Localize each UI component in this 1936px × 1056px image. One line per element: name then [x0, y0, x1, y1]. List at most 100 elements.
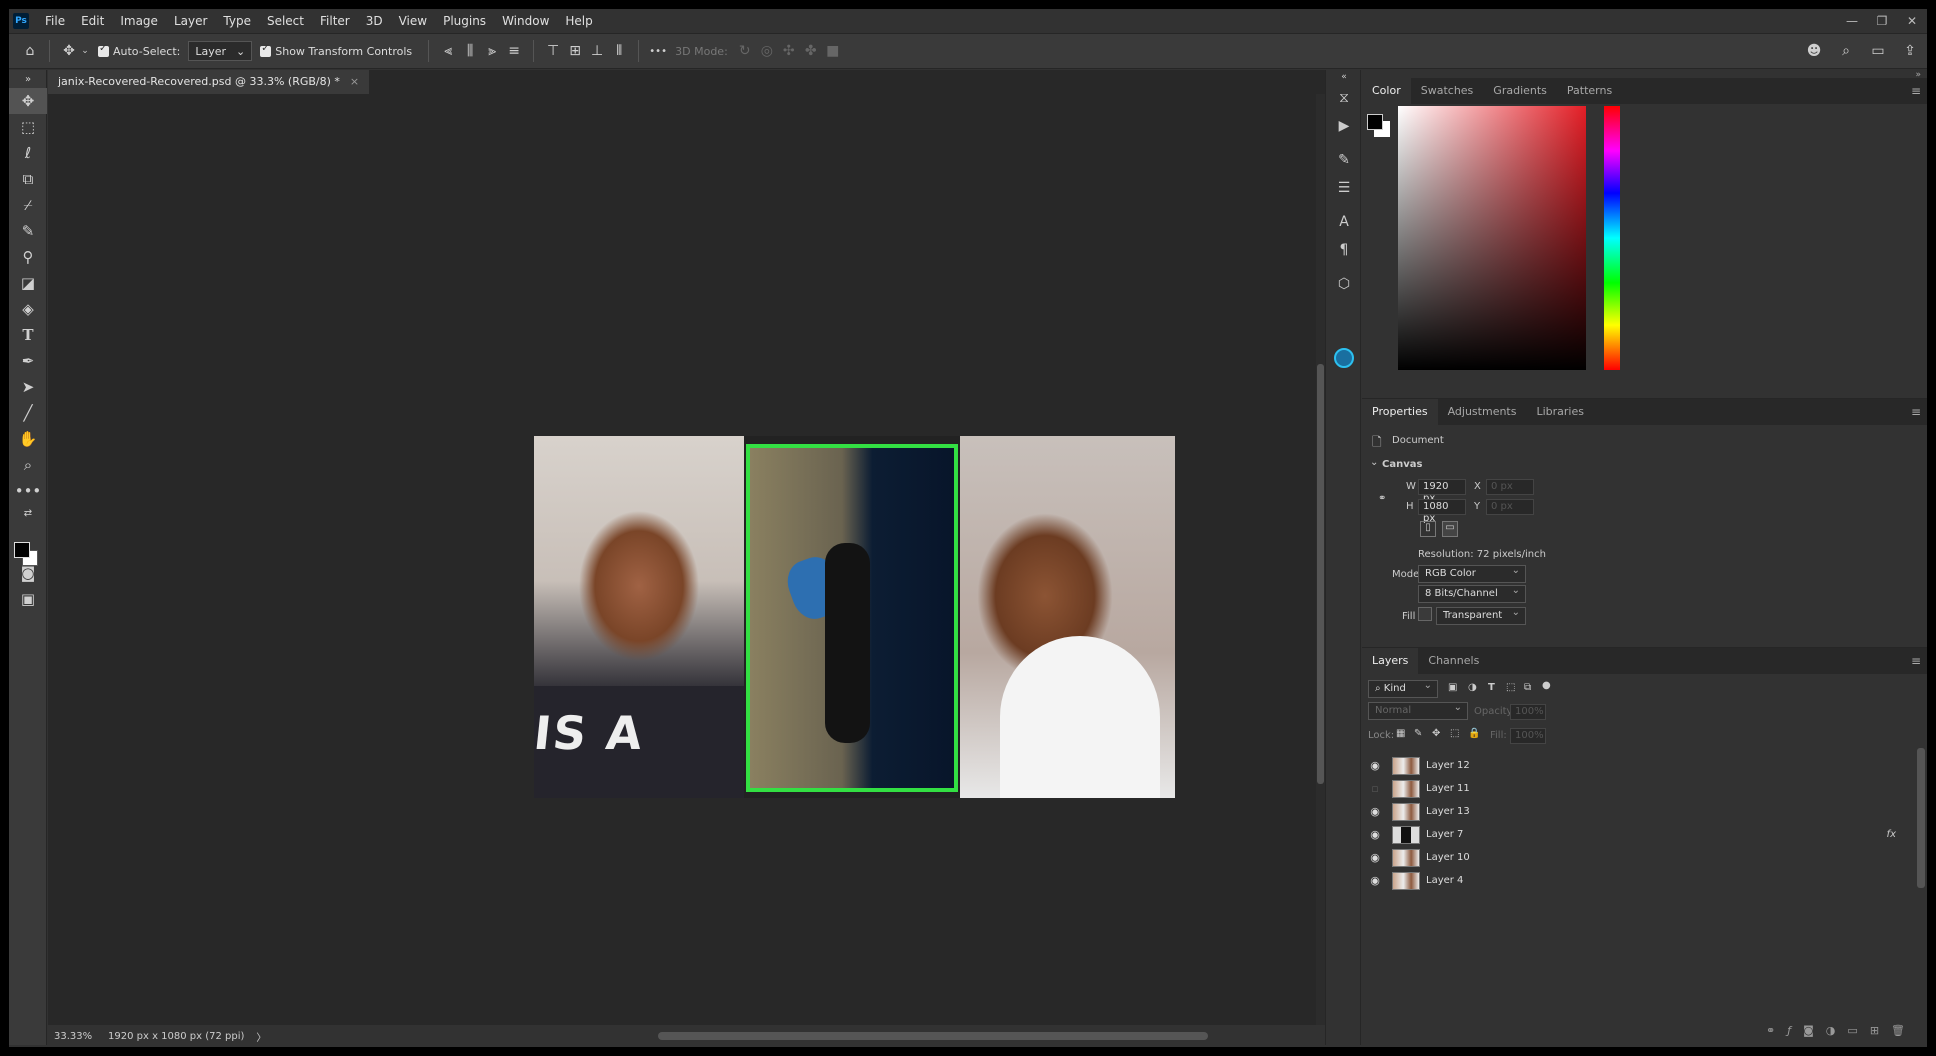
fill-dropdown[interactable]: Transparent: [1436, 607, 1526, 625]
capture-plugin-icon[interactable]: [1334, 348, 1354, 368]
layers-scrollbar[interactable]: [1917, 748, 1925, 888]
zoom-level[interactable]: 33.33%: [54, 1031, 102, 1042]
more-options-icon[interactable]: •••: [647, 40, 669, 62]
eraser-tool-icon[interactable]: ◪: [9, 270, 47, 296]
status-menu-arrow[interactable]: 〉: [256, 1029, 266, 1044]
move-tool-preset-icon[interactable]: ✥: [58, 40, 80, 62]
menu-help[interactable]: Help: [557, 9, 600, 33]
new-group-icon[interactable]: ▭: [1847, 1024, 1857, 1037]
marquee-tool-icon[interactable]: ⬚: [9, 114, 47, 140]
layer-effects-icon[interactable]: fx: [1887, 829, 1896, 840]
screen-mode-icon[interactable]: ▣: [9, 586, 47, 612]
menu-layer[interactable]: Layer: [166, 9, 215, 33]
fill-color-swatch[interactable]: [1418, 607, 1432, 621]
menu-3d[interactable]: 3D: [358, 9, 391, 33]
new-layer-icon[interactable]: ⊞: [1870, 1024, 1879, 1037]
landscape-orientation-icon[interactable]: ▭: [1442, 521, 1458, 537]
close-icon[interactable]: ×: [350, 70, 359, 94]
tab-properties[interactable]: Properties: [1362, 399, 1438, 425]
pen-tool-icon[interactable]: ✒: [9, 348, 47, 374]
restore-button[interactable]: ❐: [1867, 9, 1897, 33]
chevron-down-icon[interactable]: ⌄: [1370, 457, 1378, 468]
document-tab[interactable]: janix-Recovered-Recovered.psd @ 33.3% (R…: [48, 70, 370, 94]
collapse-arrows-icon[interactable]: »: [9, 70, 47, 88]
menu-plugins[interactable]: Plugins: [435, 9, 494, 33]
align-center-icon[interactable]: ⫼: [459, 40, 481, 62]
history-icon[interactable]: ⧖: [1326, 84, 1362, 112]
auto-select-checkbox[interactable]: Auto-Select:: [98, 43, 180, 58]
canvas-area[interactable]: IS A: [48, 94, 1316, 1025]
portrait-orientation-icon[interactable]: ▯: [1420, 521, 1436, 537]
actions-play-icon[interactable]: ▶: [1326, 112, 1362, 140]
layer-row[interactable]: ▫ Layer 11: [1362, 777, 1902, 800]
bit-depth-dropdown[interactable]: 8 Bits/Channel: [1418, 585, 1526, 603]
color-picker-field[interactable]: [1398, 106, 1586, 370]
search-icon[interactable]: ⌕: [1835, 40, 1857, 62]
3d-cube-icon[interactable]: ⬡: [1326, 270, 1362, 298]
scroll-thumb[interactable]: [1317, 364, 1324, 784]
show-transform-controls-checkbox[interactable]: Show Transform Controls: [260, 43, 412, 58]
share-icon[interactable]: ⇪: [1899, 40, 1921, 62]
align-middle-icon[interactable]: ⊞: [564, 40, 586, 62]
eye-icon[interactable]: ◉: [1362, 759, 1388, 772]
lasso-tool-icon[interactable]: ℓ: [9, 140, 47, 166]
brush-settings-icon[interactable]: ✎: [1326, 146, 1362, 174]
panel-menu-icon[interactable]: ≡: [1911, 84, 1921, 98]
auto-select-target-dropdown[interactable]: Layer ⌄: [188, 41, 253, 61]
foreground-color-swatch[interactable]: [14, 542, 30, 558]
type-tool-icon[interactable]: T: [9, 322, 47, 348]
tab-libraries[interactable]: Libraries: [1526, 399, 1594, 425]
height-field[interactable]: 1080 px: [1418, 499, 1466, 524]
paint-bucket-tool-icon[interactable]: ◈: [9, 296, 47, 322]
paragraph-icon[interactable]: ¶: [1326, 236, 1362, 264]
distribute-vertical-icon[interactable]: ⫴: [608, 40, 630, 62]
hue-slider[interactable]: [1604, 106, 1620, 370]
minimize-button[interactable]: —: [1837, 9, 1867, 33]
menu-file[interactable]: File: [37, 9, 73, 33]
home-icon[interactable]: ⌂: [19, 40, 41, 62]
canvas-vertical-scrollbar[interactable]: [1316, 94, 1325, 1025]
tab-channels[interactable]: Channels: [1418, 648, 1489, 674]
eye-hidden-icon[interactable]: ▫: [1362, 782, 1388, 795]
brush-tool-icon[interactable]: ✎: [9, 218, 47, 244]
tab-color[interactable]: Color: [1362, 78, 1411, 104]
lock-pixels-icon[interactable]: ✎: [1414, 728, 1422, 739]
tab-gradients[interactable]: Gradients: [1483, 78, 1557, 104]
chevron-down-icon[interactable]: ⌄: [80, 40, 90, 62]
close-button[interactable]: ✕: [1897, 9, 1927, 33]
swap-colors-icon[interactable]: ⇄: [9, 504, 47, 522]
tab-patterns[interactable]: Patterns: [1557, 78, 1622, 104]
filter-shape-icon[interactable]: ⬚: [1506, 682, 1515, 693]
path-select-tool-icon[interactable]: ➤: [9, 374, 47, 400]
document-canvas[interactable]: IS A: [534, 436, 1175, 798]
character-icon[interactable]: A: [1326, 208, 1362, 236]
new-adjustment-icon[interactable]: ◑: [1826, 1024, 1836, 1037]
filter-type-icon[interactable]: T: [1488, 682, 1495, 693]
filter-toggle-icon[interactable]: ●: [1542, 680, 1551, 691]
filter-pixel-icon[interactable]: ▣: [1448, 682, 1457, 693]
object-select-tool-icon[interactable]: ⧉: [9, 166, 47, 192]
eye-icon[interactable]: ◉: [1362, 805, 1388, 818]
layer-row[interactable]: ◉ Layer 10: [1362, 846, 1902, 869]
zoom-tool-icon[interactable]: ⌕: [9, 452, 47, 478]
clone-stamp-tool-icon[interactable]: ⚲: [9, 244, 47, 270]
share-user-icon[interactable]: ☻: [1803, 40, 1825, 62]
layer-row[interactable]: ◉ Layer 4: [1362, 869, 1902, 892]
link-icon[interactable]: ⚭: [1378, 493, 1386, 504]
menu-view[interactable]: View: [391, 9, 435, 33]
eye-icon[interactable]: ◉: [1362, 828, 1388, 841]
panel-menu-icon[interactable]: ≡: [1911, 654, 1921, 668]
layer-row[interactable]: ◉ Layer 7 fx: [1362, 823, 1902, 846]
align-bottom-icon[interactable]: ⊥: [586, 40, 608, 62]
menu-window[interactable]: Window: [494, 9, 557, 33]
filter-smart-object-icon[interactable]: ⧉: [1524, 682, 1531, 693]
layer-row[interactable]: ◉ Layer 12: [1362, 754, 1902, 777]
eye-icon[interactable]: ◉: [1362, 851, 1388, 864]
menu-type[interactable]: Type: [215, 9, 259, 33]
panel-menu-icon[interactable]: ≡: [1911, 405, 1921, 419]
collapse-arrows-icon[interactable]: «: [1326, 70, 1362, 84]
link-layers-icon[interactable]: ⚭: [1766, 1024, 1775, 1037]
tab-layers[interactable]: Layers: [1362, 648, 1419, 674]
width-field[interactable]: 1920 px: [1418, 479, 1466, 504]
edit-toolbar-icon[interactable]: •••: [9, 478, 47, 504]
